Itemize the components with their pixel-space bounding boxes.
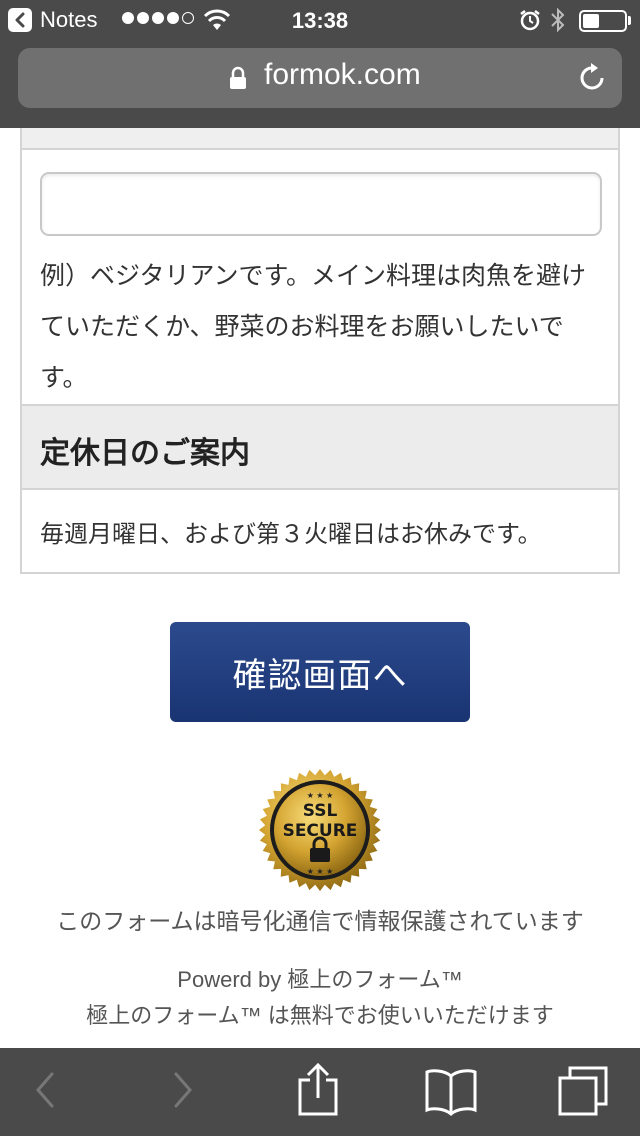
holiday-section-body: 毎週月曜日、および第３火曜日はお休みです。 (40, 520, 542, 548)
free-use-note: 極上のフォーム™ は無料でお使いいただけます (86, 1003, 554, 1028)
confirm-button[interactable]: 確認画面へ (170, 622, 470, 722)
bluetooth-icon (549, 7, 567, 38)
ssl-badge-line1: SSL (303, 801, 338, 821)
svg-text:★ ★ ★: ★ ★ ★ (307, 791, 334, 800)
nav-forward-icon[interactable] (168, 1066, 198, 1118)
svg-text:★ ★ ★: ★ ★ ★ (307, 867, 334, 876)
address-bar[interactable]: formok.com (18, 48, 622, 108)
url-text: formok.com (264, 58, 421, 91)
previous-row-header (22, 128, 618, 150)
holiday-section-header: 定休日のご案内 (22, 404, 618, 490)
alarm-icon (519, 9, 541, 36)
share-icon[interactable] (296, 1062, 340, 1122)
input-example-hint: 例）ベジタリアンです。メイン料理は肉魚を避けていただくか、野菜のお料理をお願いし… (40, 261, 587, 392)
ssl-secure-badge: ★ ★ ★ SSL SECURE ★ ★ ★ (258, 768, 382, 892)
battery-tip (628, 16, 631, 25)
browser-toolbar (0, 1048, 640, 1136)
browser-top-chrome: Notes 13:38 formok.com (0, 0, 640, 128)
bookmarks-icon[interactable] (424, 1066, 478, 1120)
battery-icon (579, 10, 627, 32)
holiday-section-title: 定休日のご案内 (40, 436, 250, 471)
powered-by-text: Powerd by 極上のフォーム™ (177, 967, 463, 992)
status-time: 13:38 (291, 8, 349, 33)
tabs-icon[interactable] (556, 1064, 610, 1122)
reload-icon[interactable] (578, 62, 608, 98)
requests-input[interactable] (40, 172, 602, 236)
page-content: 例）ベジタリアンです。メイン料理は肉魚を避けていただくか、野菜のお料理をお願いし… (0, 128, 640, 1048)
ssl-note: このフォームは暗号化通信で情報保護されています (56, 909, 584, 935)
lock-icon (228, 66, 248, 94)
status-bar: Notes 13:38 (0, 0, 640, 40)
form-table: 例）ベジタリアンです。メイン料理は肉魚を避けていただくか、野菜のお料理をお願いし… (20, 128, 620, 574)
nav-back-icon[interactable] (30, 1066, 60, 1118)
